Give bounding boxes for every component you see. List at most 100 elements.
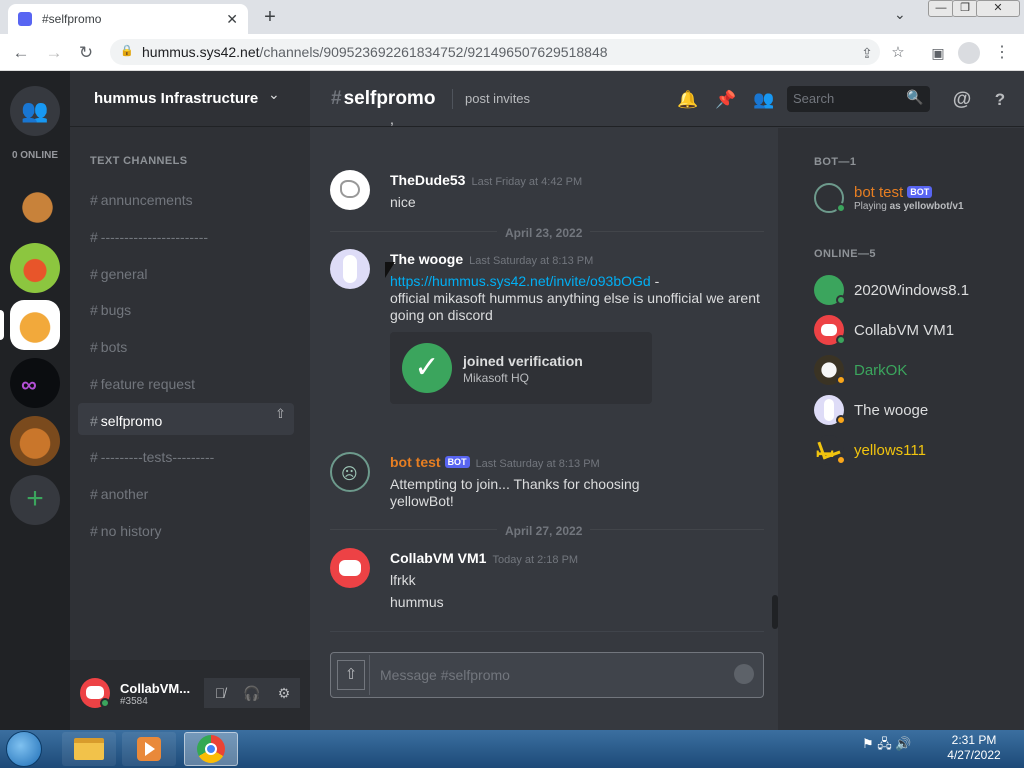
author-name: CollabVM VM1 [390, 550, 487, 566]
message-author[interactable]: The wooge Last Saturday at 8:13 PM [390, 251, 593, 267]
profile-avatar-icon[interactable] [958, 42, 980, 64]
close-window-button[interactable]: ✕ [976, 0, 1020, 17]
side-panel-icon[interactable]: ▣ [927, 42, 949, 64]
reload-icon[interactable]: ↻ [75, 42, 97, 64]
channel-name: annuncements [100, 192, 193, 208]
channel-name: no history [100, 523, 162, 539]
pinned-messages-icon[interactable]: 📌 [714, 88, 738, 112]
url-path: /channels/909523692261834752/92149650762… [259, 44, 608, 60]
maximize-window-button[interactable]: ❐ [952, 0, 978, 17]
channel-item-selected[interactable]: # selfpromo [78, 403, 294, 435]
member-name[interactable]: DarkOK [854, 362, 907, 379]
channel-item[interactable]: # bugs [78, 292, 294, 324]
tab-search-chevron-icon[interactable]: ⌄ [894, 6, 906, 23]
bookmark-star-icon[interactable]: ☆ [887, 42, 909, 64]
message-avatar[interactable] [330, 548, 370, 588]
forward-arrow-icon[interactable]: → [43, 42, 65, 64]
notification-bell-icon[interactable]: 🔔 [676, 88, 700, 112]
member-list-icon[interactable]: 👥 [752, 88, 776, 112]
media-player-taskbar-button[interactable] [122, 732, 176, 766]
emoji-icon[interactable] [734, 664, 754, 684]
checkmark-icon: ✓ [402, 343, 452, 393]
headphones-icon[interactable]: 🎧 [236, 678, 268, 708]
action-center-icon[interactable]: ⚑ [862, 736, 874, 751]
server-shop-icon[interactable] [10, 416, 60, 466]
author-name: bot test [390, 454, 441, 470]
explorer-taskbar-button[interactable] [62, 732, 116, 766]
browser-tab[interactable]: #selfpromo ✕ [8, 4, 248, 34]
message-author[interactable]: bot test BOT Last Saturday at 8:13 PM [390, 454, 600, 470]
channel-item[interactable]: # no history [78, 513, 294, 545]
channel-category[interactable]: TEXT CHANNELS [90, 155, 187, 167]
add-server-button[interactable]: + [10, 475, 60, 525]
message-avatar[interactable] [330, 249, 370, 289]
message-timestamp: Last Saturday at 8:13 PM [475, 458, 600, 470]
truncated-message-fragment: , [390, 116, 394, 127]
member-name[interactable]: The wooge [854, 402, 928, 419]
invite-icon[interactable]: ⇧ [275, 406, 289, 422]
channel-item[interactable]: # bots [78, 329, 294, 361]
message-text: Attempting to join... Thanks for choosin… [390, 476, 640, 509]
url-text[interactable]: hummus.sys42.net/channels/90952369226183… [142, 44, 608, 60]
chrome-taskbar-button[interactable] [184, 732, 238, 766]
hash-icon: # [90, 339, 98, 355]
channel-title: # selfpromo [331, 88, 435, 110]
message-input[interactable]: Message #selfpromo [380, 667, 510, 683]
member-name[interactable]: CollabVM VM1 [854, 322, 954, 339]
taskbar-clock[interactable]: 2:31 PM 4/27/2022 [942, 733, 1006, 763]
volume-icon[interactable]: 🔊 [895, 736, 911, 751]
help-icon[interactable]: ? [988, 88, 1012, 112]
channel-item[interactable]: # annuncements [78, 182, 294, 214]
mentions-icon[interactable]: @ [950, 88, 974, 112]
message-timestamp: Last Friday at 4:42 PM [471, 176, 583, 188]
message-author[interactable]: TheDude53 Last Friday at 4:42 PM [390, 172, 582, 188]
message-avatar[interactable] [330, 170, 370, 210]
server-infinity-icon[interactable]: ∞ [10, 358, 60, 408]
network-icon[interactable]: 🖧 [877, 736, 892, 751]
home-friends-icon[interactable]: 👥 [10, 86, 60, 136]
server-hummus-icon[interactable] [10, 300, 60, 350]
embed-subtitle: Mikasoft HQ [463, 371, 530, 385]
status-online-icon [836, 203, 846, 213]
minimize-window-button[interactable]: — [928, 0, 954, 17]
upload-icon[interactable]: ⇧ [337, 660, 365, 690]
message-avatar[interactable]: ☹ [330, 452, 370, 492]
member-name[interactable]: bot test BOT [854, 184, 933, 201]
channel-item[interactable]: # ----------------------- [78, 219, 294, 251]
settings-gear-icon[interactable]: ⚙ [268, 678, 300, 708]
new-tab-button[interactable]: + [258, 5, 282, 29]
back-arrow-icon[interactable]: ← [10, 42, 32, 64]
invite-link[interactable]: https://hummus.sys42.net/invite/o93bOGd [390, 273, 651, 289]
selected-server-pill [0, 310, 4, 340]
close-tab-icon[interactable]: ✕ [226, 11, 238, 28]
chevron-down-icon[interactable]: ⌄ [268, 86, 280, 103]
channel-item[interactable]: # another [78, 476, 294, 508]
activity-name: as yellowbot/v1 [889, 201, 964, 212]
channel-item[interactable]: # feature request [78, 366, 294, 398]
mute-microphone-icon[interactable]: 🎙̸ [204, 678, 236, 708]
message-body: official mikasoft hummus anything else i… [390, 290, 760, 323]
start-button[interactable] [6, 731, 42, 767]
hash-icon: # [90, 376, 98, 392]
channel-title-text: selfpromo [343, 88, 436, 109]
channel-item[interactable]: # general [78, 256, 294, 288]
status-idle-icon [836, 455, 846, 465]
url-host: hummus.sys42.net [142, 44, 260, 60]
lock-icon[interactable]: 🔒 [120, 44, 134, 57]
message-timestamp: Last Saturday at 8:13 PM [469, 255, 594, 267]
server-bird-icon[interactable] [10, 243, 60, 293]
server-chicken-icon[interactable] [10, 185, 60, 235]
hash-icon: # [90, 192, 98, 208]
browser-menu-icon[interactable]: ⋮ [991, 42, 1013, 64]
channel-item[interactable]: # ---------tests--------- [78, 439, 294, 471]
member-name[interactable]: 2020Windows8.1 [854, 282, 969, 299]
member-name[interactable]: yellows111 [854, 442, 926, 459]
channel-name: another [100, 486, 149, 502]
message-text: https://hummus.sys42.net/invite/o93bOGd … [390, 273, 760, 324]
message-author[interactable]: CollabVM VM1 Today at 2:18 PM [390, 550, 578, 566]
search-icon[interactable]: 🔍 [906, 89, 923, 106]
status-idle-icon [836, 375, 846, 385]
share-icon[interactable]: ⇪ [856, 42, 878, 64]
status-idle-icon [836, 415, 846, 425]
message-text: nice [390, 194, 416, 210]
